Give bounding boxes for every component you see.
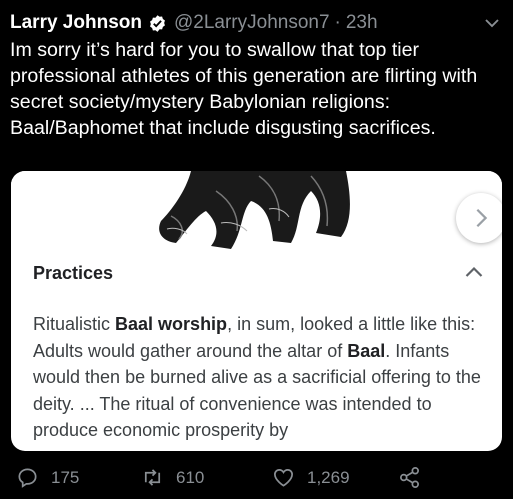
time-separator: · (334, 12, 341, 33)
snippet-text-1: Ritualistic (33, 314, 116, 334)
retweet-button[interactable]: 610 (141, 466, 204, 489)
card-engraving-image (11, 171, 502, 251)
tweet-text: Im sorry it’s hard for you to swallow th… (10, 39, 478, 139)
snippet-bold-1: Baal worship (115, 314, 228, 334)
share-icon (400, 467, 419, 488)
chevron-up-icon[interactable] (464, 263, 484, 279)
link-card[interactable]: Practices Ritualistic Baal worship, in s… (11, 171, 502, 451)
like-icon (274, 468, 293, 487)
next-image-button[interactable] (456, 193, 502, 243)
like-button[interactable]: 1,269 (272, 466, 350, 489)
chevron-down-icon[interactable] (483, 14, 501, 32)
verified-badge-icon (150, 14, 165, 32)
chevron-right-icon (476, 208, 488, 228)
card-snippet: Ritualistic Baal worship, in sum, looked… (33, 311, 488, 444)
section-title: Practices (33, 263, 114, 283)
author-handle[interactable]: @2LarryJohnson7 (174, 12, 330, 34)
retweet-count: 610 (176, 467, 205, 487)
tweet-header: Larry Johnson @2LarryJohnson7 · 23h (10, 8, 503, 38)
share-button[interactable] (398, 466, 433, 489)
reply-count: 175 (51, 467, 80, 487)
retweet-icon (144, 469, 161, 486)
reply-icon (18, 468, 37, 488)
author-name[interactable]: Larry Johnson (10, 12, 142, 34)
tweet-actions: 175 610 1,269 (0, 466, 513, 499)
snippet-bold-2: Baal (347, 340, 386, 361)
tweet-time[interactable]: 23h (346, 12, 378, 34)
reply-button[interactable]: 175 (16, 466, 79, 489)
like-count: 1,269 (307, 467, 350, 487)
